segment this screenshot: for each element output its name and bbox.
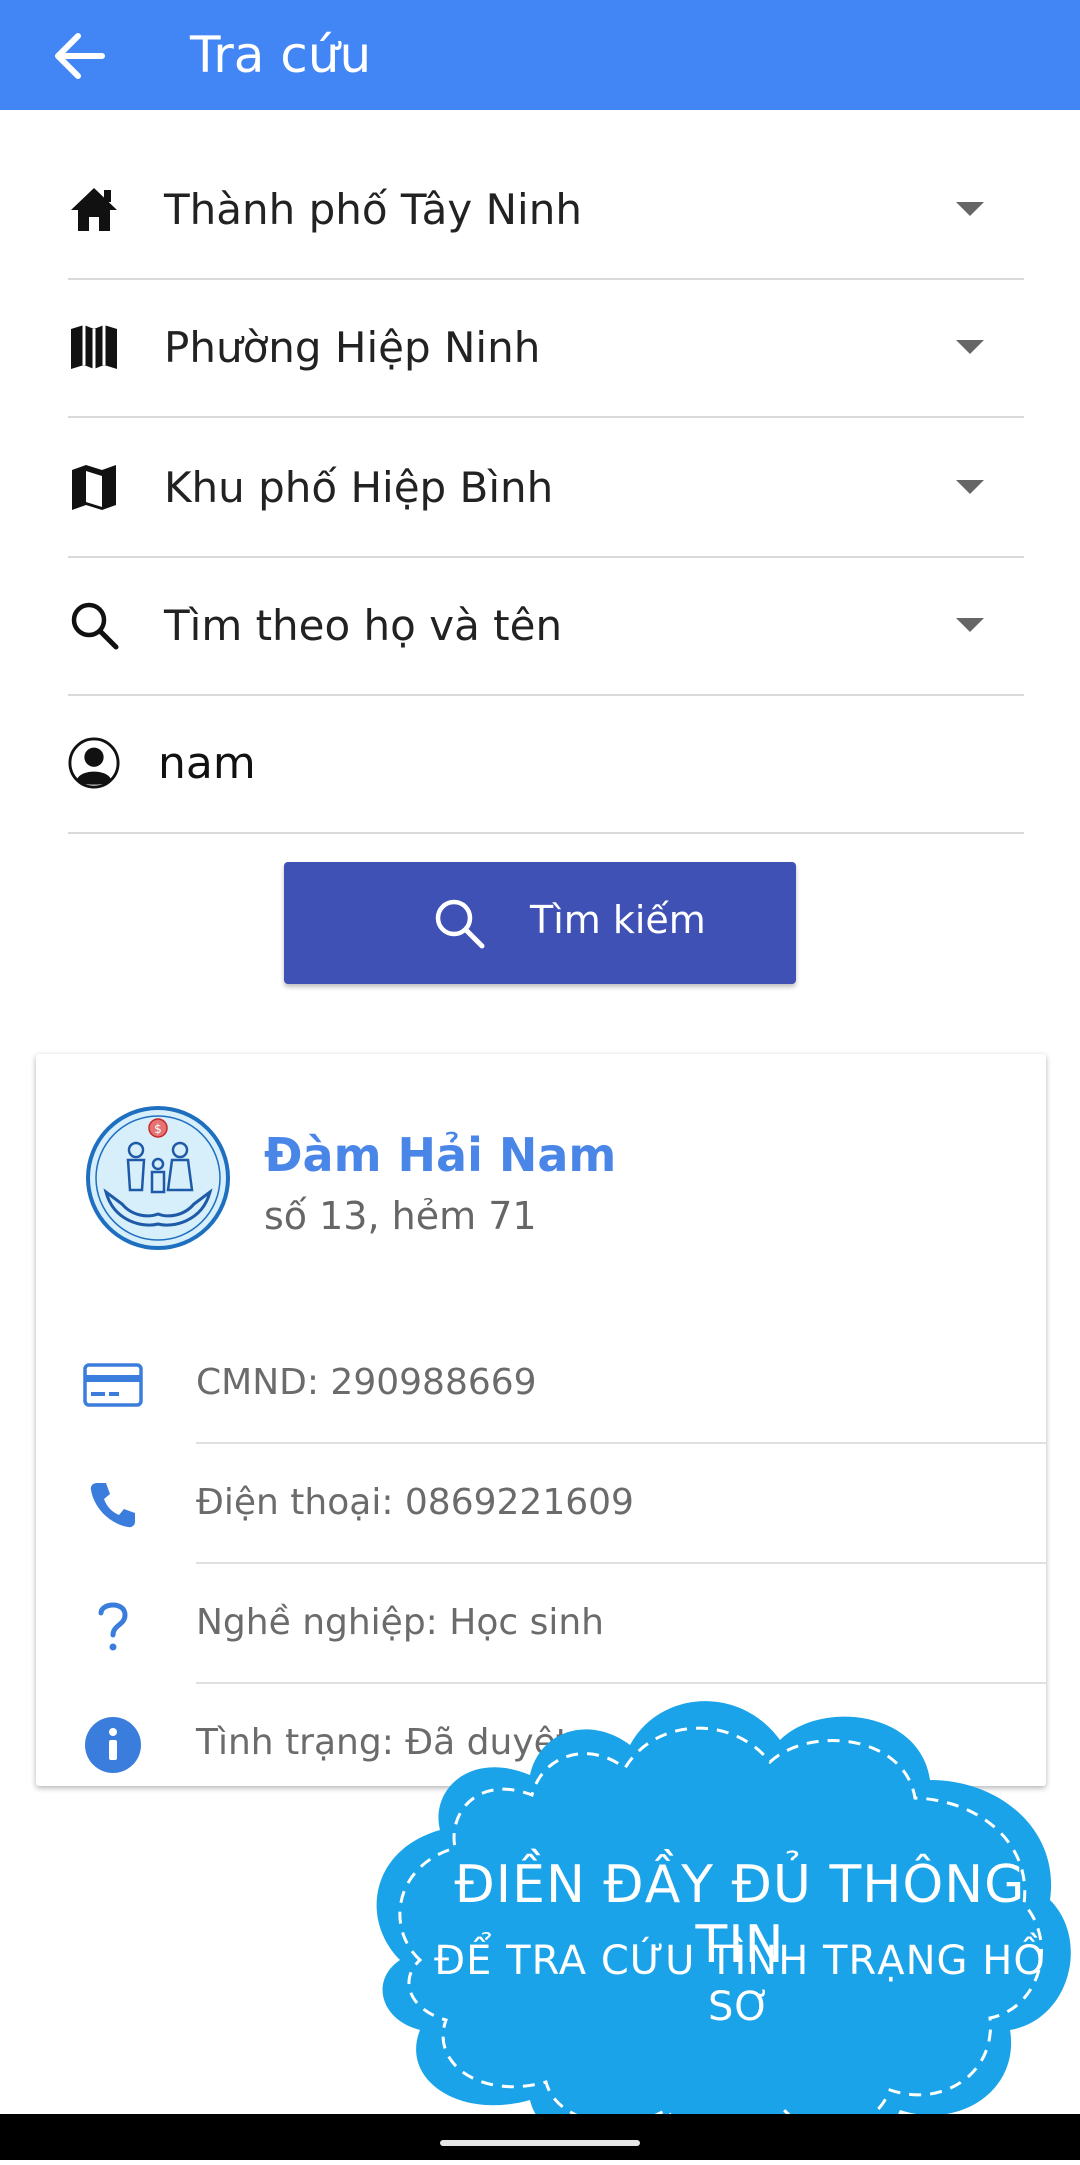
phone-text: Điện thoại: 0869221609	[196, 1482, 634, 1523]
ward-label: Phường Hiệp Ninh	[164, 322, 541, 372]
id-card-text: CMND: 290988669	[196, 1362, 537, 1403]
info-icon	[82, 1714, 144, 1776]
quarter-label: Khu phố Hiệp Bình	[164, 462, 554, 512]
phone-row[interactable]: Điện thoại: 0869221609	[36, 1444, 1046, 1564]
chevron-down-icon	[956, 340, 984, 354]
user-circle-icon	[68, 737, 120, 789]
system-navigation-bar	[0, 2114, 1080, 2160]
home-icon	[68, 183, 120, 235]
phone-icon	[82, 1474, 144, 1536]
search-button[interactable]: Tìm kiếm	[284, 862, 796, 984]
search-icon	[68, 599, 120, 651]
chevron-down-icon	[956, 480, 984, 494]
occupation-row: Nghề nghiệp: Học sinh	[36, 1564, 1046, 1684]
svg-text:$: $	[154, 1122, 162, 1136]
map-folded-icon	[68, 321, 120, 373]
back-arrow-icon[interactable]	[50, 28, 110, 84]
page-title: Tra cứu	[190, 26, 372, 84]
search-button-label: Tìm kiếm	[530, 898, 706, 942]
search-mode-label: Tìm theo họ và tên	[164, 600, 563, 650]
search-icon	[432, 896, 488, 952]
family-logo-avatar: $	[84, 1104, 232, 1252]
chevron-down-icon	[956, 618, 984, 632]
result-card[interactable]: $ Đàm Hải Nam số 13, hẻm 71 CMND: 290988…	[36, 1054, 1046, 1786]
quarter-dropdown[interactable]: Khu phố Hiệp Bình	[68, 418, 1024, 558]
city-label: Thành phố Tây Ninh	[164, 184, 582, 234]
city-dropdown[interactable]: Thành phố Tây Ninh	[68, 140, 1024, 280]
question-icon	[82, 1594, 144, 1656]
name-input-value: nam	[158, 737, 256, 789]
home-gesture-handle[interactable]	[440, 2140, 640, 2146]
name-input[interactable]: nam	[68, 694, 1024, 834]
promo-line-2: ĐỂ TRA CỨU TÌNH TRẠNG HỒ SƠ	[434, 1938, 1046, 2030]
id-card-icon	[82, 1354, 144, 1416]
id-card-row: CMND: 290988669	[36, 1324, 1046, 1444]
person-address: số 13, hẻm 71	[264, 1194, 537, 1238]
occupation-text: Nghề nghiệp: Học sinh	[196, 1602, 604, 1643]
app-bar: Tra cứu	[0, 0, 1080, 110]
search-mode-dropdown[interactable]: Tìm theo họ và tên	[68, 556, 1024, 696]
ward-dropdown[interactable]: Phường Hiệp Ninh	[68, 278, 1024, 418]
person-name: Đàm Hải Nam	[264, 1128, 617, 1182]
map-icon	[68, 461, 120, 513]
chevron-down-icon	[956, 202, 984, 216]
